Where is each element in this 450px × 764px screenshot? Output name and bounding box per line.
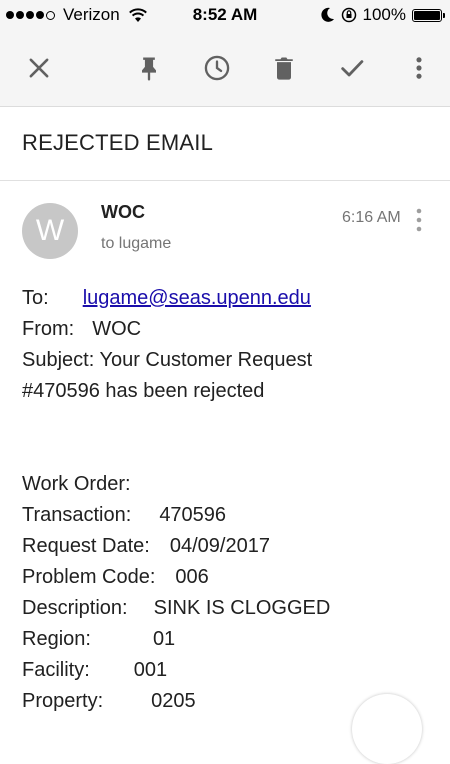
to-label: To:	[22, 287, 49, 309]
property-value: 0205	[151, 690, 196, 712]
facility-value: 001	[133, 659, 168, 681]
done-button[interactable]	[336, 52, 368, 84]
snooze-clock-icon	[204, 55, 230, 81]
description-label: Description:	[22, 597, 128, 619]
sender-name[interactable]: WOC	[101, 202, 145, 223]
work-order-label: Work Order:	[22, 473, 131, 495]
region-line: Region: 01	[22, 624, 432, 655]
divider	[0, 180, 450, 181]
subject-value-line1: Your Customer Request	[99, 349, 313, 371]
delete-icon	[275, 57, 293, 80]
battery-percent: 100%	[362, 5, 406, 24]
request-date-line: Request Date: 04/09/2017	[22, 531, 432, 562]
email-subject-title: REJECTED EMAIL	[22, 130, 214, 155]
transaction-value: 470596	[159, 504, 227, 526]
subject-line: Subject: Your Customer Request	[22, 345, 432, 376]
to-email-link[interactable]: lugame@seas.upenn.edu	[83, 287, 311, 309]
work-order-line: Work Order:	[22, 469, 432, 500]
facility-line: Facility: 001	[22, 655, 432, 686]
region-value: 01	[152, 628, 176, 650]
to-line: To: lugame@seas.upenn.edu	[22, 283, 432, 314]
close-icon	[29, 58, 49, 78]
from-line: From: WOC	[22, 314, 432, 345]
property-label: Property:	[22, 690, 104, 712]
battery-icon	[412, 8, 445, 22]
rotation-lock-icon	[341, 7, 356, 23]
subject-label: Subject:	[22, 349, 95, 371]
problem-code-value: 006	[175, 566, 209, 588]
message-more-button[interactable]	[408, 206, 430, 234]
from-label: From:	[22, 318, 75, 340]
problem-code-line: Problem Code: 006	[22, 562, 432, 593]
recipient-details[interactable]: to lugame	[101, 235, 171, 253]
transaction-line: Transaction: 470596	[22, 500, 432, 531]
more-vert-icon	[416, 208, 422, 232]
snooze-button[interactable]	[201, 52, 233, 84]
sender-avatar[interactable]: W	[22, 203, 78, 259]
request-date-value: 04/09/2017	[169, 535, 270, 557]
pin-button[interactable]	[133, 52, 165, 84]
close-button[interactable]	[23, 52, 55, 84]
description-value: SINK IS CLOGGED	[153, 597, 331, 619]
pin-icon	[142, 57, 156, 81]
description-line: Description: SINK IS CLOGGED	[22, 593, 432, 624]
region-label: Region:	[22, 628, 91, 650]
subject-continuation: #470596 has been rejected	[22, 376, 432, 407]
reply-fab[interactable]	[352, 694, 422, 764]
delete-button[interactable]	[268, 52, 300, 84]
subject-value-line2: #470596 has been rejected	[22, 380, 265, 402]
email-toolbar	[0, 30, 450, 107]
message-time: 6:16 AM	[342, 209, 401, 226]
transaction-label: Transaction:	[22, 504, 132, 526]
moon-icon	[320, 7, 334, 22]
status-right: 100%	[315, 5, 445, 25]
more-vert-icon	[416, 57, 422, 79]
status-bar: Verizon 8:52 AM 100%	[0, 0, 450, 30]
email-body: To: lugame@seas.upenn.edu From: WOC Subjec…	[22, 283, 432, 717]
more-options-button[interactable]	[403, 52, 435, 84]
problem-code-label: Problem Code:	[22, 566, 156, 588]
facility-label: Facility:	[22, 659, 90, 681]
done-check-icon	[341, 60, 364, 77]
from-value: WOC	[92, 318, 142, 340]
request-date-label: Request Date:	[22, 535, 150, 557]
